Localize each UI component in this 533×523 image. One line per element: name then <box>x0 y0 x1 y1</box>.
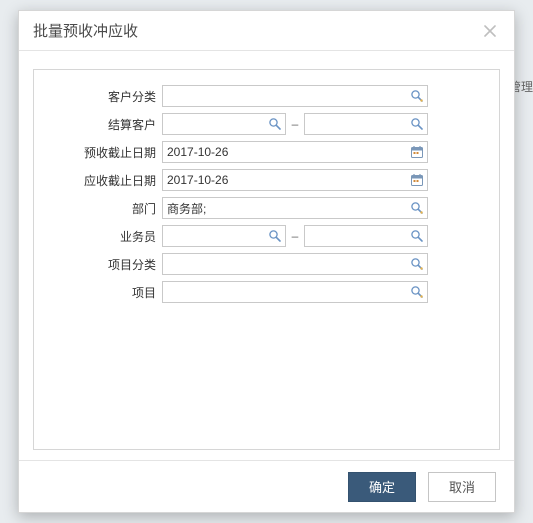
ok-button[interactable]: 确定 <box>348 472 416 502</box>
lookup-icon[interactable] <box>409 256 425 272</box>
label-project: 项目 <box>54 284 162 301</box>
label-receive-cutoff: 应收截止日期 <box>54 172 162 189</box>
dialog-footer: 确定 取消 <box>19 460 514 512</box>
salesman-to-field[interactable] <box>304 225 428 247</box>
search-icon[interactable] <box>267 228 283 244</box>
row-project-category: 项目分类 <box>54 250 479 278</box>
search-icon[interactable] <box>409 228 425 244</box>
row-salesman: 业务员 – <box>54 222 479 250</box>
settle-customer-to-field[interactable] <box>304 113 428 135</box>
label-salesman: 业务员 <box>54 228 162 245</box>
close-button[interactable] <box>480 21 500 41</box>
prepay-cutoff-field[interactable] <box>162 141 428 163</box>
project-field[interactable] <box>162 281 428 303</box>
project-category-input[interactable] <box>163 254 427 274</box>
row-prepay-cutoff: 预收截止日期 <box>54 138 479 166</box>
dialog-title: 批量预收冲应收 <box>33 20 138 41</box>
row-department: 部门 <box>54 194 479 222</box>
label-department: 部门 <box>54 200 162 217</box>
row-project: 项目 <box>54 278 479 306</box>
row-receive-cutoff: 应收截止日期 <box>54 166 479 194</box>
search-icon[interactable] <box>409 116 425 132</box>
dialog-header: 批量预收冲应收 <box>19 11 514 51</box>
label-settle-customer: 结算客户 <box>54 116 162 133</box>
customer-category-input[interactable] <box>163 86 427 106</box>
project-input[interactable] <box>163 282 427 302</box>
row-customer-category: 客户分类 <box>54 82 479 110</box>
label-prepay-cutoff: 预收截止日期 <box>54 144 162 161</box>
receive-cutoff-input[interactable] <box>163 170 427 190</box>
customer-category-field[interactable] <box>162 85 428 107</box>
receive-cutoff-field[interactable] <box>162 169 428 191</box>
lookup-icon[interactable] <box>409 88 425 104</box>
department-field[interactable] <box>162 197 428 219</box>
cancel-button[interactable]: 取消 <box>428 472 496 502</box>
salesman-from-field[interactable] <box>162 225 286 247</box>
settle-customer-from-field[interactable] <box>162 113 286 135</box>
lookup-icon[interactable] <box>409 200 425 216</box>
row-settle-customer: 结算客户 – <box>54 110 479 138</box>
range-separator: – <box>286 229 304 243</box>
prepay-cutoff-input[interactable] <box>163 142 427 162</box>
label-customer-category: 客户分类 <box>54 88 162 105</box>
calendar-icon[interactable] <box>409 144 425 160</box>
department-input[interactable] <box>163 198 427 218</box>
calendar-icon[interactable] <box>409 172 425 188</box>
dialog-body: 客户分类 结算客户 <box>19 51 514 460</box>
label-project-category: 项目分类 <box>54 256 162 273</box>
close-icon <box>484 25 496 37</box>
lookup-icon[interactable] <box>409 284 425 300</box>
project-category-field[interactable] <box>162 253 428 275</box>
form-panel: 客户分类 结算客户 <box>33 69 500 450</box>
dialog-batch-offset: 批量预收冲应收 客户分类 <box>18 10 515 513</box>
range-separator: – <box>286 117 304 131</box>
search-icon[interactable] <box>267 116 283 132</box>
